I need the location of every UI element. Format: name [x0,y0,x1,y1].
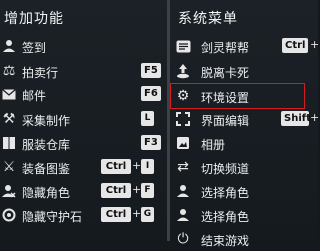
hotkey-badge: F3 [141,135,161,150]
hotkey-badge: F6 [141,86,161,101]
plus-sign: + [310,38,320,51]
panel-title: 增加功能 [4,11,64,27]
menu-item-label: 邮件 [22,89,47,103]
menu-item-hide-character[interactable]: 隐藏角色 Ctrl + F [0,179,167,203]
album-icon [174,134,192,152]
menu-item-label: 隐藏守护石 [22,210,83,224]
layout-edit-icon [174,110,192,128]
menu-item-unstuck[interactable]: 脱离卡死 [170,59,318,83]
add-functions-panel: 增加功能 签到 ⚖ 拍卖行 F5 邮件 F6 ⚒ 采集制作 L 服装仓库 F3 … [0,0,167,241]
menu-item-select-character[interactable]: 选择角色 [170,203,318,227]
menu-item-label: 隐藏角色 [22,186,71,200]
power-icon: ⏻ [177,231,189,247]
menu-item-label: 拍卖行 [22,66,59,80]
system-menu-panel: 系统菜单 剑灵帮帮 Ctrl + 脱离卡死 ⚙ 环境设置 界面编辑 Shift … [170,0,320,248]
hotkey-badge: Ctrl [282,38,308,53]
menu-item-switch-channel[interactable]: ⇄ 切换频道 [170,155,318,179]
plus-sign: + [310,111,320,124]
selection-highlight [170,83,305,109]
plus-sign: + [132,207,142,220]
menu-item-label: 服装仓库 [22,138,71,152]
hotkey-badge: L [141,111,154,126]
menu-item-hide-guardian-stone[interactable]: 隐藏守护石 Ctrl + G [0,203,167,227]
hammer-icon: ⚒ [2,111,16,127]
hotkey-badge: G [141,207,154,222]
person-icon [0,37,18,55]
menu-item-label: 剑灵帮帮 [201,41,250,55]
hide-person-icon [0,182,18,200]
unstuck-icon [174,62,192,80]
menu-item-label: 界面编辑 [201,114,250,128]
hotkey-badge: Ctrl [101,207,131,222]
hotkey-badge: F [141,183,154,198]
hotkey-badge: I [141,159,154,174]
switch-channel-icon: ⇄ [177,159,189,175]
menu-item-sign-in[interactable]: 签到 [0,34,167,58]
person-icon [174,206,192,224]
menu-item-gathering[interactable]: ⚒ 采集制作 L [0,107,167,131]
menu-item-help[interactable]: 剑灵帮帮 Ctrl + [170,34,320,58]
hotkey-badge: F5 [141,63,161,78]
hotkey-badge: Shift [281,111,311,126]
menu-item-label: 装备图鉴 [22,162,71,176]
menu-item-label: 选择角色 [201,210,250,224]
person-icon [174,182,192,200]
menu-item-album[interactable]: 相册 [170,131,318,155]
menu-item-label: 脱离卡死 [201,66,250,80]
wardrobe-icon [0,134,18,152]
menu-item-auction[interactable]: ⚖ 拍卖行 F5 [0,59,167,83]
menu-item-label: 相册 [201,138,226,152]
plus-sign: + [132,159,142,172]
help-list-icon [174,37,192,55]
menu-item-label: 采集制作 [22,114,71,128]
menu-item-mail[interactable]: 邮件 F6 [0,82,167,106]
equipment-icon: ⚔ [2,159,16,175]
menu-item-label: 签到 [22,41,47,55]
hotkey-badge: Ctrl [101,159,131,174]
scales-icon: ⚖ [2,63,16,79]
menu-item-equipment-codex[interactable]: ⚔ 装备图鉴 Ctrl + I [0,155,167,179]
envelope-icon [0,85,18,103]
hotkey-badge: Ctrl [101,183,131,198]
menu-item-exit-game[interactable]: ⏻ 结束游戏 [170,227,318,251]
menu-item-ui-edit[interactable]: 界面编辑 Shift + [170,107,320,131]
menu-item-wardrobe[interactable]: 服装仓库 F3 [0,131,167,155]
hide-stone-icon [0,206,18,224]
menu-item-label: 选择角色 [201,186,250,200]
panel-title: 系统菜单 [178,11,238,27]
menu-item-select-character[interactable]: 选择角色 [170,179,318,203]
menu-item-label: 切换频道 [201,162,250,176]
plus-sign: + [132,183,142,196]
